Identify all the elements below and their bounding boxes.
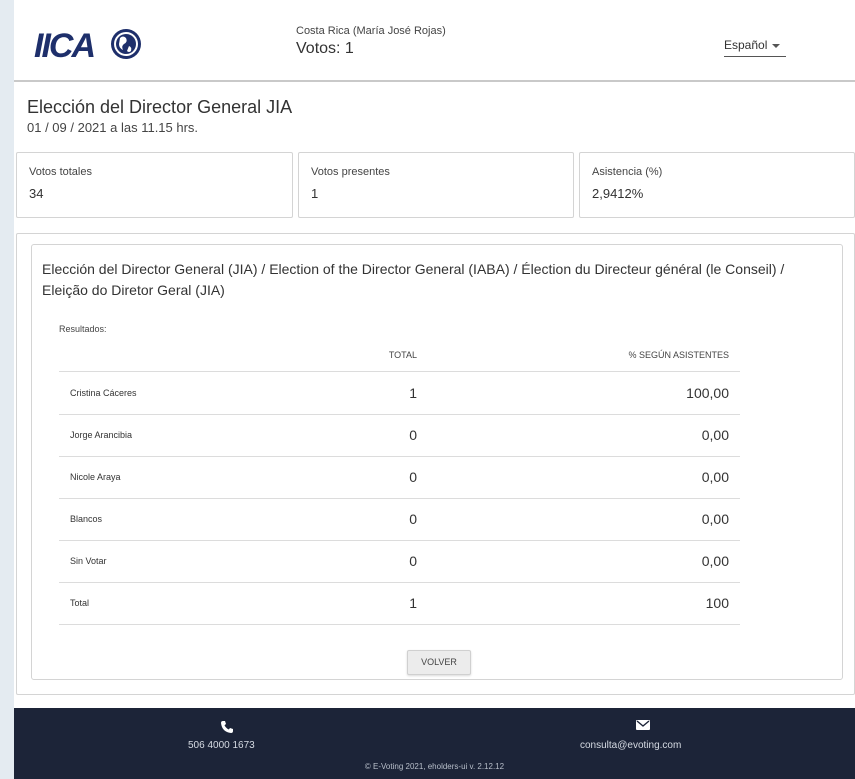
- row-total: 1: [409, 385, 417, 401]
- footer-email[interactable]: consulta@evoting.com: [580, 740, 681, 751]
- row-total: 0: [409, 511, 417, 527]
- stat-label: Votos presentes: [311, 166, 390, 178]
- row-total: 0: [409, 469, 417, 485]
- stat-card-total-votes: Votos totales 34: [16, 152, 293, 218]
- stat-label: Votos totales: [29, 166, 92, 178]
- user-votes: Votos: 1: [296, 40, 354, 57]
- row-percent: 0,00: [701, 553, 729, 569]
- mail-icon: [636, 718, 650, 730]
- footer-copyright: © E-Voting 2021, eholders-ui v. 2.12.12: [364, 762, 505, 771]
- user-country: Costa Rica (María José Rojas): [296, 25, 446, 37]
- stat-card-attendance: Asistencia (%) 2,9412%: [579, 152, 855, 218]
- language-label: Español: [724, 38, 768, 52]
- row-name: Sin Votar: [70, 556, 107, 566]
- row-name: Nicole Araya: [70, 472, 121, 482]
- results-title: Elección del Director General (JIA) / El…: [42, 261, 785, 298]
- row-name: Jorge Arancibia: [70, 430, 133, 440]
- table-row: Jorge Arancibia 0 0,00: [59, 415, 740, 457]
- row-percent: 0,00: [701, 469, 729, 485]
- row-percent: 0,00: [701, 427, 729, 443]
- logo-text: IICA: [34, 27, 94, 64]
- footer: 506 4000 1673 consulta@evoting.com © E-V…: [14, 708, 855, 779]
- results-label: Resultados:: [59, 324, 107, 334]
- row-name: Total: [70, 598, 90, 608]
- table-row-total: Total 1 100: [59, 583, 740, 625]
- results-section: Elección del Director General (JIA) / El…: [16, 233, 855, 695]
- table-row: Blancos 0 0,00: [59, 499, 740, 541]
- results-card: Elección del Director General (JIA) / El…: [31, 244, 843, 680]
- table-row: Cristina Cáceres 1 100,00: [59, 373, 740, 415]
- column-header-percent: % SEGÚN ASISTENTES: [628, 350, 729, 360]
- stat-value: 34: [29, 186, 44, 201]
- header: IICA Costa Rica (María José Rojas) Votos…: [14, 0, 855, 82]
- election-date: 01 / 09 / 2021 a las 11.15 hrs.: [27, 120, 199, 135]
- row-total: 1: [409, 595, 417, 611]
- row-percent: 0,00: [701, 511, 729, 527]
- row-percent: 100,00: [686, 385, 729, 401]
- stat-value: 1: [311, 186, 319, 201]
- stat-value: 2,9412%: [592, 186, 644, 201]
- row-percent: 100: [705, 595, 729, 611]
- stat-card-present-votes: Votos presentes 1: [298, 152, 574, 218]
- footer-phone[interactable]: 506 4000 1673: [188, 740, 255, 751]
- language-dropdown[interactable]: Español: [724, 38, 786, 57]
- results-table-header: TOTAL % SEGÚN ASISTENTES: [59, 350, 740, 372]
- back-button[interactable]: VOLVER: [407, 650, 471, 675]
- table-row: Sin Votar 0 0,00: [59, 541, 740, 583]
- row-total: 0: [409, 427, 417, 443]
- main-page: IICA Costa Rica (María José Rojas) Votos…: [14, 0, 855, 708]
- row-name: Blancos: [70, 514, 103, 524]
- table-row: Nicole Araya 0 0,00: [59, 457, 740, 499]
- column-header-total: TOTAL: [388, 350, 417, 360]
- row-name: Cristina Cáceres: [70, 388, 137, 398]
- phone-icon: [220, 720, 234, 734]
- page-title: Elección del Director General JIA: [27, 97, 293, 117]
- row-total: 0: [409, 553, 417, 569]
- caret-down-icon: [772, 43, 781, 48]
- stat-label: Asistencia (%): [592, 166, 663, 178]
- iica-logo: IICA: [34, 24, 144, 65]
